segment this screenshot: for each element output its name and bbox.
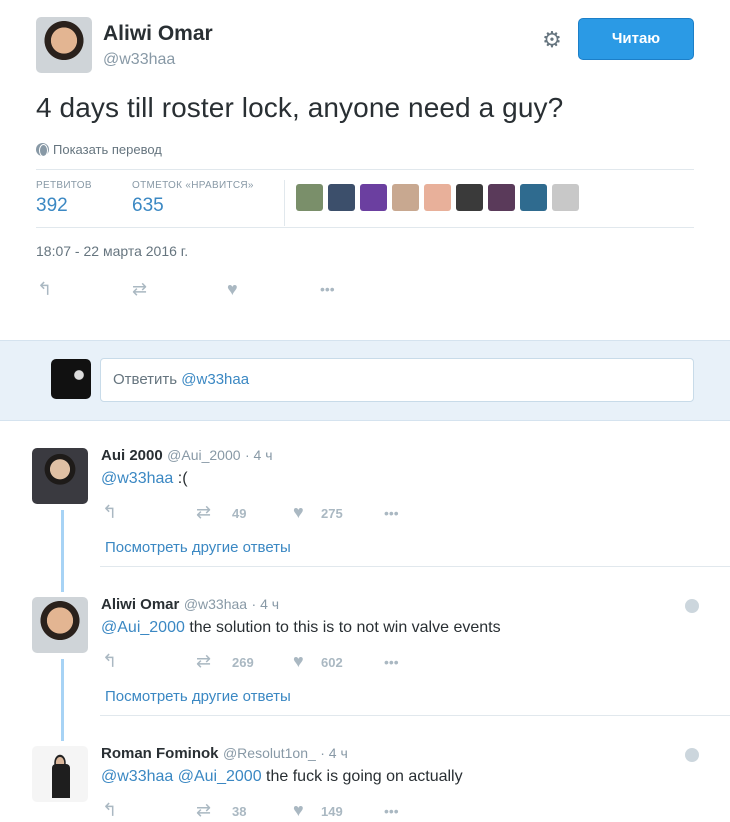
gear-icon[interactable]: ⚙ <box>540 28 564 52</box>
liker-avatar[interactable] <box>424 184 451 211</box>
retweet-count: 38 <box>232 804 247 819</box>
reply-author-handle[interactable]: @Aui_2000 <box>167 447 240 463</box>
reply-content: :( <box>177 470 188 487</box>
reply-text: @w33haa @Aui_2000 the fuck is going on a… <box>101 768 463 786</box>
like-count: 275 <box>321 506 343 521</box>
retweet-count: 269 <box>232 655 254 670</box>
tweet-timestamp[interactable]: 18:07 - 22 марта 2016 г. <box>36 243 188 259</box>
globe-icon <box>685 599 699 613</box>
likes-count: 635 <box>132 195 164 216</box>
likes-stat[interactable]: ОТМЕТОК «НРАВИТСЯ» 635 <box>132 180 254 217</box>
reply-text: @w33haa :( <box>101 470 188 488</box>
like-icon[interactable]: ♥ <box>293 800 304 821</box>
reply-author-name[interactable]: Roman Fominok <box>101 745 219 762</box>
retweet-icon[interactable]: ⇄ <box>196 651 211 672</box>
more-icon[interactable]: ••• <box>384 654 399 670</box>
reply-time[interactable]: · 4 ч <box>252 596 280 612</box>
reply-content: the solution to this is to not win valve… <box>189 619 501 636</box>
translate-link[interactable]: Показать перевод <box>36 142 162 157</box>
liker-avatar[interactable] <box>552 184 579 211</box>
liker-avatar[interactable] <box>360 184 387 211</box>
reply-author-name[interactable]: Aliwi Omar <box>101 596 179 613</box>
reply-avatar[interactable] <box>32 746 88 802</box>
reply-mention[interactable]: @w33haa <box>101 470 173 487</box>
show-more-replies-link[interactable]: Посмотреть другие ответы <box>105 539 291 556</box>
likes-label: ОТМЕТОК «НРАВИТСЯ» <box>132 180 254 191</box>
globe-icon <box>685 748 699 762</box>
following-button[interactable]: Читаю <box>578 18 694 60</box>
divider <box>36 169 694 170</box>
reply-avatar[interactable] <box>32 597 88 653</box>
more-icon[interactable]: ••• <box>320 281 335 297</box>
more-icon[interactable]: ••• <box>384 505 399 521</box>
retweet-icon[interactable]: ⇄ <box>196 502 211 523</box>
reply-author-handle[interactable]: @Resolut1on_ <box>223 745 316 761</box>
reply-icon[interactable]: ↰ <box>102 502 117 523</box>
more-icon[interactable]: ••• <box>384 803 399 819</box>
author-avatar[interactable] <box>36 17 92 73</box>
retweet-icon[interactable]: ⇄ <box>132 279 147 300</box>
divider <box>36 227 694 228</box>
reply-placeholder-prefix: Ответить <box>113 371 178 388</box>
like-icon[interactable]: ♥ <box>227 279 238 300</box>
like-icon[interactable]: ♥ <box>293 502 304 523</box>
retweets-count: 392 <box>36 195 68 216</box>
like-count: 149 <box>321 804 343 819</box>
translate-label: Показать перевод <box>53 142 162 157</box>
reply-icon[interactable]: ↰ <box>102 651 117 672</box>
liker-avatar[interactable] <box>456 184 483 211</box>
stats-separator <box>284 180 285 226</box>
reply-time[interactable]: · 4 ч <box>320 745 348 761</box>
thread-line <box>61 659 64 741</box>
reply-header: Roman Fominok @Resolut1on_ · 4 ч <box>101 745 348 763</box>
author-name[interactable]: Aliwi Omar <box>103 22 213 46</box>
divider <box>100 566 730 567</box>
author-handle[interactable]: @w33haa <box>103 51 175 69</box>
liker-avatar[interactable] <box>488 184 515 211</box>
like-icon[interactable]: ♥ <box>293 651 304 672</box>
reply-content: the fuck is going on actually <box>266 768 463 785</box>
like-count: 602 <box>321 655 343 670</box>
reply-text: @Aui_2000 the solution to this is to not… <box>101 619 501 637</box>
tweet-text: 4 days till roster lock, anyone need a g… <box>36 92 564 123</box>
thread-line <box>61 510 64 592</box>
liker-avatar[interactable] <box>328 184 355 211</box>
reply-header: Aui 2000 @Aui_2000 · 4 ч <box>101 447 273 465</box>
divider <box>100 715 730 716</box>
liker-avatar[interactable] <box>392 184 419 211</box>
liker-avatar[interactable] <box>296 184 323 211</box>
reply-author-handle[interactable]: @w33haa <box>184 596 247 612</box>
reply-icon[interactable]: ↰ <box>37 279 52 300</box>
reply-mention[interactable]: @w33haa @Aui_2000 <box>101 768 262 785</box>
retweet-count: 49 <box>232 506 247 521</box>
show-more-replies-link[interactable]: Посмотреть другие ответы <box>105 688 291 705</box>
likers-avatars <box>296 184 579 211</box>
retweet-icon[interactable]: ⇄ <box>196 800 211 821</box>
reply-icon[interactable]: ↰ <box>102 800 117 821</box>
reply-time[interactable]: · 4 ч <box>245 447 273 463</box>
reply-placeholder-mention: @w33haa <box>181 371 250 388</box>
retweets-stat[interactable]: РЕТВИТОВ 392 <box>36 180 92 217</box>
reply-input[interactable]: Ответить @w33haa <box>100 358 694 402</box>
retweets-label: РЕТВИТОВ <box>36 180 92 191</box>
globe-icon <box>36 143 49 157</box>
reply-header: Aliwi Omar @w33haa · 4 ч <box>101 596 279 614</box>
reply-author-name[interactable]: Aui 2000 <box>101 447 163 464</box>
reply-mention[interactable]: @Aui_2000 <box>101 619 185 636</box>
reply-avatar[interactable] <box>32 448 88 504</box>
current-user-avatar <box>51 359 91 399</box>
liker-avatar[interactable] <box>520 184 547 211</box>
